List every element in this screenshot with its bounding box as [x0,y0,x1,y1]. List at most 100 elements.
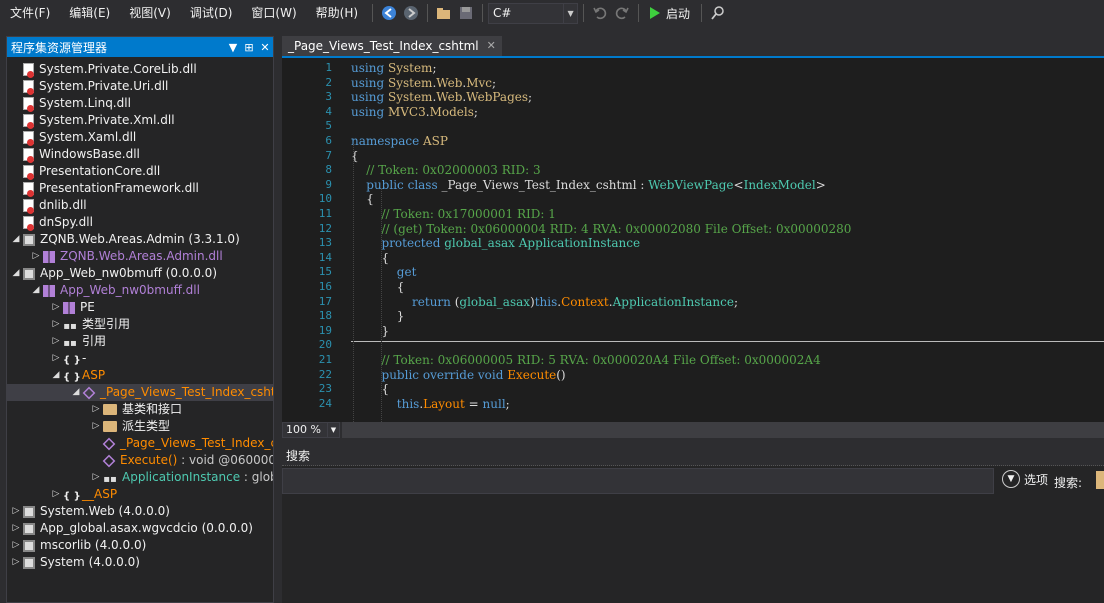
expand-icon[interactable]: ▷ [91,418,101,435]
expand-icon[interactable]: ▷ [31,248,41,265]
expand-icon[interactable]: ▷ [51,299,61,316]
tree-item[interactable]: PresentationFramework.dll [7,180,273,197]
tree-item[interactable]: ▷ 派生类型 [7,418,273,435]
tree-item[interactable]: ◢ App_Web_nw0bmuff.dll [7,282,273,299]
expand-icon[interactable]: ▷ [11,503,21,520]
tree-item[interactable]: ▷ ▪▪ 类型引用 [7,316,273,333]
tree-item-label: ApplicationInstance : glob [122,470,274,484]
close-icon[interactable]: ✕ [487,36,496,56]
dropdown-icon[interactable]: ▼ [225,41,241,54]
tree-item-label: ASP [82,368,106,382]
tree-item[interactable]: PresentationCore.dll [7,163,273,180]
line-number: 20 [318,338,332,352]
code-editor[interactable]: 1 2 3 4 5 6 7 8 9 10 11 12 13 14 15 16 17 18 19 20 21 22 23 24 … [282,56,1104,422]
tree-item-label: _Page_Views_Test_Index_cshtml [120,436,273,450]
tree-item[interactable]: dnSpy.dll [7,214,273,231]
tree-item-label: dnlib.dll [39,198,87,212]
line-number: 1 [325,61,332,74]
tree-item-label: WindowsBase.dll [39,147,140,161]
menu-file[interactable]: 文件(F) [0,0,59,26]
menu-bar: 文件(F) 编辑(E) 视图(V) 调试(D) 窗口(W) 帮助(H) C# ▼ … [0,0,1104,26]
code-line: this.Layout = null; [396,396,510,411]
open-icon[interactable] [433,2,455,24]
menu-window[interactable]: 窗口(W) [241,0,305,26]
expand-icon[interactable]: ▷ [51,333,61,350]
pin-icon[interactable]: ⊞ [241,41,257,54]
namespace-icon: { } [63,354,81,366]
editor-tab-strip: _Page_Views_Test_Index_cshtml ✕ [282,36,1104,56]
tree-item[interactable]: ▷ ZQNB.Web.Areas.Admin.dll [7,248,273,265]
tab-page-views-test-index[interactable]: _Page_Views_Test_Index_cshtml ✕ [282,36,502,56]
tree-item[interactable]: Execute() : void @0600000 [7,452,274,469]
collapse-icon[interactable]: ◢ [11,265,21,282]
forward-icon[interactable] [400,2,422,24]
line-number: 7 [325,148,332,162]
tree-item[interactable]: ▷ App_global.asax.wgvcdcio (0.0.0.0) [7,520,273,537]
code-line: return (global_asax)this.Context.Applica… [412,294,738,309]
tree-item[interactable]: ▷ System (4.0.0.0) [7,554,273,571]
line-number: 24 [318,396,332,410]
collapse-icon[interactable]: ◢ [51,367,61,384]
zoom-select[interactable]: 100 % ▼ [282,422,340,438]
tree-item-label: PE [80,300,95,314]
tree-item[interactable]: ▷{ } - [7,350,273,367]
module-icon [43,250,55,263]
tree-item-label: Execute() : void @0600000 [120,453,274,467]
start-button[interactable]: 启动 [644,5,696,22]
tree-item[interactable]: ▷ PE [7,299,273,316]
menu-help[interactable]: 帮助(H) [306,0,367,26]
code-line: } [351,309,405,324]
tree-item[interactable]: ▷ 基类和接口 [7,401,273,418]
tree-item[interactable]: ◢ App_Web_nw0bmuff (0.0.0.0) [7,265,273,282]
tree-item[interactable]: ◢ _Page_Views_Test_Index_cshtml [7,384,273,401]
collapse-icon[interactable]: ◢ [31,282,41,299]
expand-icon[interactable]: ▷ [91,401,101,418]
search-type-field[interactable] [1096,471,1104,489]
line-number: 19 [318,323,332,337]
expand-icon[interactable]: ▷ [51,486,61,503]
assembly-icon [23,267,35,280]
tree-item[interactable]: System.Private.CoreLib.dll [7,61,273,78]
expand-icon[interactable]: ▷ [91,469,101,486]
tree-item[interactable]: ◢ ZQNB.Web.Areas.Admin (3.3.1.0) [7,231,273,248]
options-button[interactable]: ▼ 选项 [1002,470,1048,488]
tree-item[interactable]: System.Xaml.dll [7,129,273,146]
redo-icon[interactable] [611,2,633,24]
tree-item[interactable]: ▷ mscorlib (4.0.0.0) [7,537,273,554]
menu-edit[interactable]: 编辑(E) [59,0,119,26]
tree-item[interactable]: dnlib.dll [7,197,273,214]
horizontal-scrollbar[interactable] [342,422,1104,438]
line-number: 5 [325,119,332,133]
tree-item[interactable]: WindowsBase.dll [7,146,273,163]
close-icon[interactable]: ✕ [257,41,273,54]
expand-icon[interactable]: ▷ [11,554,21,571]
tree-item[interactable]: ▷ ▪▪ ApplicationInstance : glob [7,469,274,486]
menu-view[interactable]: 视图(V) [119,0,180,26]
menu-debug[interactable]: 调试(D) [180,0,242,26]
expand-icon[interactable]: ▷ [11,537,21,554]
expand-icon[interactable]: ▷ [51,350,61,367]
tree-item[interactable]: _Page_Views_Test_Index_cshtml [7,435,273,452]
code-line: } [351,323,390,338]
tree-item[interactable]: ▷ System.Web (4.0.0.0) [7,503,273,520]
code-area[interactable]: using System; using System.Web.Mvc; using … [351,58,1104,422]
line-number: 14 [318,250,332,264]
back-icon[interactable] [378,2,400,24]
language-select[interactable]: C# ▼ [488,2,579,24]
search-icon[interactable] [707,2,729,24]
collapse-icon[interactable]: ◢ [71,384,81,401]
tree-item[interactable]: System.Private.Xml.dll [7,112,273,129]
tree-item[interactable]: ▷ ▪▪ 引用 [7,333,273,350]
line-number: 11 [318,207,332,220]
save-icon[interactable] [455,2,477,24]
tree-item[interactable]: ▷{ } __ASP [7,486,273,503]
undo-icon[interactable] [589,2,611,24]
expand-icon[interactable]: ▷ [11,520,21,537]
toolbar-separator [701,4,703,22]
collapse-icon[interactable]: ◢ [11,231,21,248]
search-input[interactable] [282,468,994,494]
expand-icon[interactable]: ▷ [51,316,61,333]
tree-item[interactable]: System.Linq.dll [7,95,273,112]
tree-item[interactable]: System.Private.Uri.dll [7,78,273,95]
tree-item[interactable]: ◢{ } ASP [7,367,273,384]
